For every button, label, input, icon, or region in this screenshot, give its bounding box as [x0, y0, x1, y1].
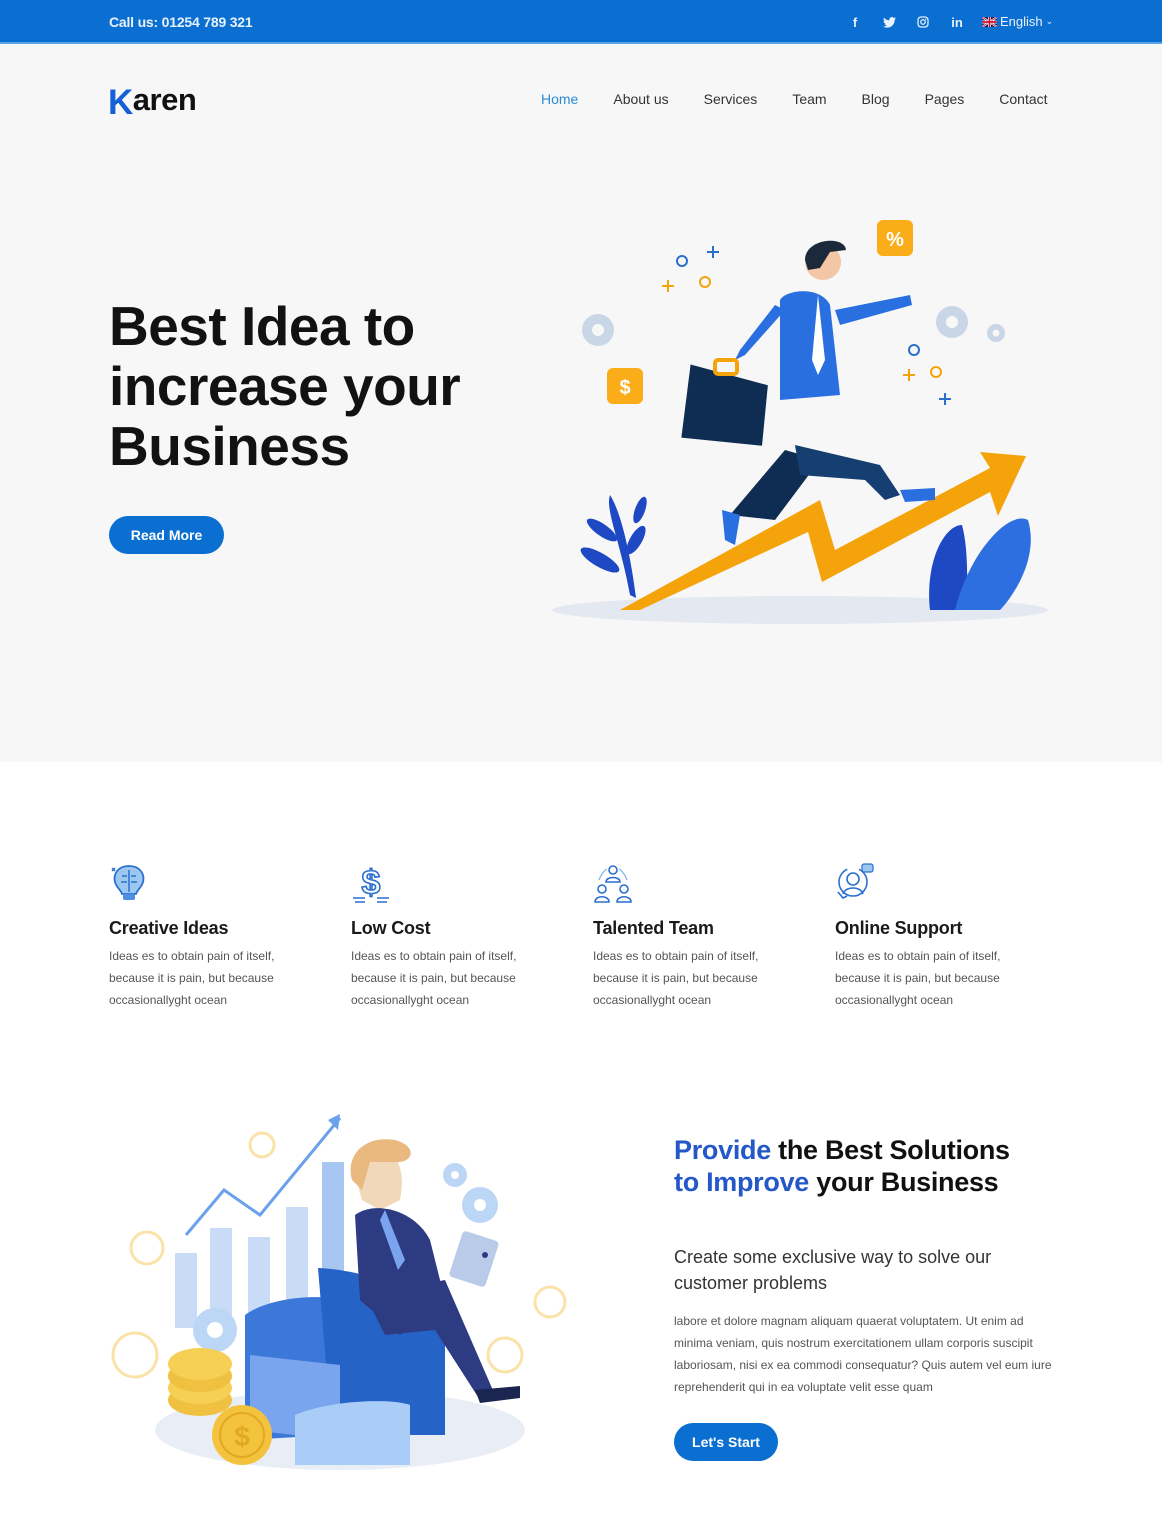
svg-text:%: % — [886, 229, 904, 251]
feature-card: Creative Ideas Ideas es to obtain pain o… — [109, 862, 319, 1011]
title-highlight: Provide — [674, 1135, 771, 1165]
feature-title: Creative Ideas — [109, 918, 229, 938]
svg-text:$: $ — [362, 864, 381, 902]
hero-illustration: % $ — [552, 220, 1048, 624]
feature-text: Ideas es to obtain pain of itself, becau… — [351, 949, 517, 1007]
feature-title: Low Cost — [351, 918, 431, 938]
chevron-down-icon: ⌄ — [1045, 16, 1054, 26]
main-nav: Home About us Services Team Blog Pages C… — [541, 91, 1048, 107]
gear-icon — [936, 306, 1005, 342]
solutions-subtitle: Create some exclusive way to solve our c… — [674, 1247, 992, 1293]
nav-contact[interactable]: Contact — [999, 91, 1047, 107]
title-highlight: to Improve — [674, 1167, 810, 1197]
support-agent-icon — [837, 863, 874, 899]
svg-text:$: $ — [234, 1421, 250, 1452]
feature-text: Ideas es to obtain pain of itself, becau… — [109, 949, 275, 1007]
plant-right — [929, 518, 1031, 610]
language-selector[interactable]: English ⌄ — [982, 14, 1053, 29]
twitter-icon[interactable] — [872, 12, 906, 32]
svg-text:$: $ — [619, 377, 630, 399]
feature-card: Online Support Ideas es to obtain pain o… — [835, 862, 1045, 1011]
logo-initial: K — [108, 83, 133, 122]
percent-badge-icon: % — [877, 220, 913, 256]
gear-icon — [582, 314, 614, 346]
call-us-text: Call us: 01254 789 321 — [109, 14, 253, 30]
solutions-illustration: $ — [111, 1114, 567, 1470]
feature-card: Talented Team Ideas es to obtain pain of… — [593, 862, 803, 1011]
feature-title: Online Support — [835, 918, 963, 938]
feature-card: $ Low Cost Ideas es to obtain pain of it… — [351, 862, 561, 1011]
feature-text: Ideas es to obtain pain of itself, becau… — [835, 949, 1001, 1007]
title-text: your Business — [809, 1167, 999, 1197]
feature-title: Talented Team — [593, 918, 714, 938]
lets-start-button[interactable]: Let's Start — [674, 1423, 778, 1461]
logo-text: aren — [132, 82, 197, 117]
nav-team[interactable]: Team — [792, 91, 826, 107]
features-section: Creative Ideas Ideas es to obtain pain o… — [109, 862, 1069, 1022]
top-bar: Call us: 01254 789 321 f in English ⌄ — [0, 0, 1162, 44]
nav-services[interactable]: Services — [704, 91, 758, 107]
uk-flag-icon — [982, 16, 997, 27]
logo[interactable]: Karen — [108, 82, 197, 122]
facebook-icon[interactable]: f — [838, 12, 872, 32]
nav-home[interactable]: Home — [541, 91, 578, 107]
solutions-body: labore et dolore magnam aliquam quaerat … — [674, 1314, 1052, 1394]
businessman-figure — [681, 240, 935, 545]
dollar-badge-icon: $ — [607, 368, 643, 404]
lightbulb-brain-icon — [111, 865, 145, 900]
feature-text: Ideas es to obtain pain of itself, becau… — [593, 949, 759, 1007]
social-links: f in — [838, 12, 974, 32]
dollar-icon: $ — [353, 863, 389, 903]
instagram-icon[interactable] — [906, 12, 940, 32]
hero-title: Best Idea to increase your Business — [109, 295, 461, 477]
solutions-title: Provide the Best Solutions to Improve yo… — [674, 1134, 1014, 1198]
linkedin-icon[interactable]: in — [940, 12, 974, 32]
language-label: English — [1000, 14, 1043, 29]
read-more-button[interactable]: Read More — [109, 516, 224, 554]
nav-blog[interactable]: Blog — [862, 91, 890, 107]
nav-pages[interactable]: Pages — [925, 91, 965, 107]
plant-left — [580, 495, 647, 598]
nav-about-us[interactable]: About us — [613, 91, 668, 107]
team-icon — [594, 865, 632, 903]
title-text: the Best Solutions — [770, 1135, 1010, 1165]
